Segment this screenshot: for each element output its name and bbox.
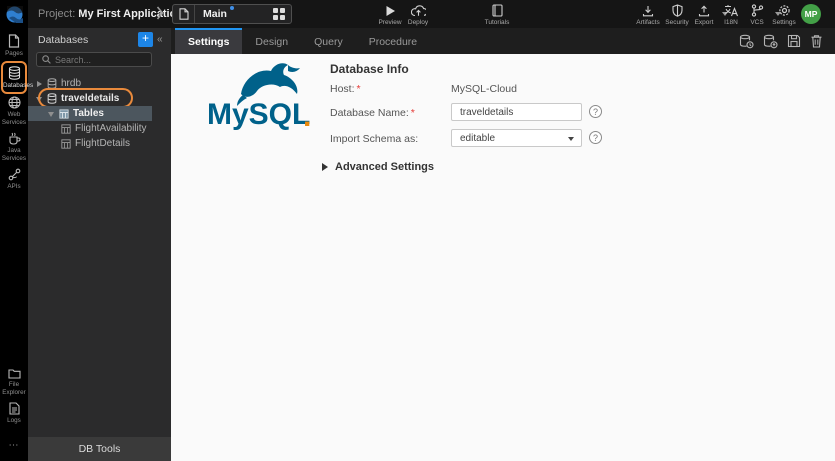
chevron-down-icon[interactable] bbox=[48, 112, 54, 117]
table-icon bbox=[61, 138, 71, 149]
brand-icon bbox=[6, 5, 23, 23]
add-database-button[interactable]: + bbox=[138, 32, 153, 47]
breadcrumb-chevron-icon bbox=[156, 6, 164, 20]
help-icon[interactable]: ? bbox=[589, 105, 602, 118]
reimport-db-icon[interactable] bbox=[739, 34, 754, 49]
project-name: My First Application bbox=[78, 8, 184, 20]
host-value: MySQL-Cloud bbox=[451, 83, 517, 95]
import-schema-label: Import Schema as: bbox=[330, 133, 419, 145]
sidebar-item-databases[interactable]: Databases bbox=[1, 61, 33, 94]
chevron-right-icon bbox=[322, 163, 328, 171]
tree-item-flightavailability[interactable]: FlightAvailability bbox=[28, 121, 171, 136]
collapse-panel-icon[interactable]: « bbox=[157, 33, 163, 46]
more-options-icon[interactable]: ⋯ bbox=[0, 440, 28, 453]
deploy-button[interactable]: Deploy bbox=[401, 3, 435, 27]
book-icon bbox=[480, 3, 514, 17]
chevron-right-icon[interactable] bbox=[37, 80, 42, 87]
database-icon bbox=[47, 93, 57, 104]
sidebar-item-pages[interactable]: Pages bbox=[0, 34, 28, 58]
search-box bbox=[36, 52, 152, 67]
workspace: Settings Design Query Procedure MySQL . … bbox=[171, 28, 835, 461]
required-asterisk: * bbox=[356, 83, 361, 95]
page-grid-icon[interactable] bbox=[273, 8, 285, 20]
database-tree: hrdb traveldetails Tables FlightAvailabi… bbox=[28, 76, 171, 151]
panel-header: Databases + « bbox=[28, 28, 171, 52]
tutorials-button[interactable]: Tutorials bbox=[480, 3, 514, 27]
tree-item-tables[interactable]: Tables bbox=[28, 106, 152, 121]
tab-query[interactable]: Query bbox=[301, 28, 356, 54]
host-label: Host: * bbox=[330, 83, 361, 95]
panel-title: Databases bbox=[38, 34, 89, 46]
page-title: Database Info bbox=[330, 62, 409, 76]
tab-design[interactable]: Design bbox=[242, 28, 301, 54]
page-selector[interactable]: Main bbox=[172, 4, 292, 24]
tree-item-flightdetails[interactable]: FlightDetails bbox=[28, 136, 171, 151]
settings-content: MySQL . Database Info Host: * MySQL-Cloud… bbox=[171, 54, 835, 461]
table-icon bbox=[61, 123, 71, 134]
sidebar-item-apis[interactable]: APIs bbox=[0, 168, 28, 191]
sidebar-item-web-services[interactable]: Web Services bbox=[0, 96, 28, 127]
tree-item-traveldetails[interactable]: traveldetails bbox=[28, 88, 171, 108]
log-file-icon bbox=[0, 402, 28, 415]
tree-item-hrdb[interactable]: hrdb bbox=[28, 76, 171, 91]
database-name-label: Database Name: * bbox=[330, 107, 415, 119]
user-avatar[interactable]: MP bbox=[801, 4, 821, 24]
cloud-upload-icon bbox=[401, 3, 435, 17]
advanced-settings-toggle[interactable]: Advanced Settings bbox=[322, 161, 434, 173]
sidebar-item-logs[interactable]: Logs bbox=[0, 402, 28, 425]
globe-icon bbox=[0, 96, 28, 109]
coffee-cup-icon bbox=[0, 132, 28, 145]
required-asterisk: * bbox=[410, 107, 415, 119]
table-icon bbox=[59, 108, 69, 119]
tab-procedure[interactable]: Procedure bbox=[356, 28, 430, 54]
left-nav-rail: Pages Databases Web Services Java Servic… bbox=[0, 28, 33, 461]
update-db-icon[interactable] bbox=[763, 34, 778, 49]
tab-settings[interactable]: Settings bbox=[175, 28, 243, 54]
search-icon bbox=[42, 55, 51, 64]
project-label: Project: bbox=[38, 8, 76, 20]
current-page-name: Main bbox=[203, 6, 234, 20]
search-input[interactable] bbox=[55, 54, 151, 65]
chevron-down-icon[interactable] bbox=[36, 97, 42, 102]
svg-text:.: . bbox=[303, 100, 311, 132]
page-icon bbox=[0, 34, 28, 48]
mysql-logo: MySQL . bbox=[203, 60, 313, 132]
api-connector-icon bbox=[0, 168, 28, 181]
chevron-down-icon bbox=[568, 137, 574, 141]
database-name-input[interactable] bbox=[451, 103, 582, 121]
sidebar-item-java-services[interactable]: Java Services bbox=[0, 132, 28, 163]
tab-bar: Settings Design Query Procedure bbox=[171, 28, 835, 54]
save-icon[interactable] bbox=[787, 34, 801, 48]
svg-text:MySQL: MySQL bbox=[207, 98, 310, 131]
database-icon bbox=[3, 66, 25, 80]
import-schema-select[interactable]: editable bbox=[451, 129, 582, 147]
db-tools-button[interactable]: DB Tools bbox=[28, 437, 171, 461]
help-icon[interactable]: ? bbox=[589, 131, 602, 144]
page-doc-icon bbox=[173, 5, 195, 23]
document-toolbar bbox=[739, 28, 823, 54]
settings-button[interactable]: Settings bbox=[767, 3, 808, 27]
database-icon bbox=[47, 78, 57, 89]
delete-icon[interactable] bbox=[810, 34, 823, 48]
folder-icon bbox=[0, 368, 28, 379]
unsaved-indicator bbox=[229, 6, 234, 10]
gear-icon bbox=[767, 3, 808, 17]
sidebar-item-file-explorer[interactable]: File Explorer bbox=[0, 368, 28, 397]
top-bar: Project: My First Application Main Previ… bbox=[0, 0, 835, 28]
databases-panel: Databases + « hrdb traveldetails bbox=[28, 28, 171, 461]
wavemaker-logo[interactable] bbox=[0, 0, 28, 28]
